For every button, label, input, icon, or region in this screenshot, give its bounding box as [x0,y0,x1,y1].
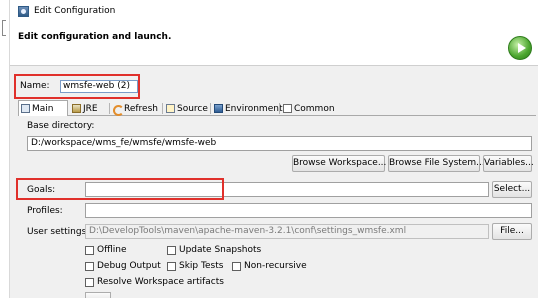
debug-output-checkbox[interactable]: Debug Output [85,261,161,271]
profiles-label: Profiles: [27,206,63,216]
select-goals-button[interactable]: Select... [492,181,532,198]
checkbox-label: Update Snapshots [179,245,262,255]
common-icon [283,104,292,113]
main-tab-panel: Base directory: D:/workspace/wms_fe/wmsf… [18,116,536,298]
tab-separator [109,103,110,114]
tab-environment[interactable]: Environment [212,101,282,116]
update-snapshots-checkbox[interactable]: Update Snapshots [167,245,261,255]
checkbox-box[interactable] [85,261,94,271]
title-bar: Edit Configuration [10,0,538,22]
main-tab-icon [21,104,30,113]
offline-checkbox[interactable]: Offline [85,245,127,255]
file-button[interactable]: File... [492,223,532,240]
run-icon[interactable] [508,36,532,60]
base-directory-label: Base directory: [27,121,95,131]
source-icon [166,104,175,113]
tab-source[interactable]: Source [164,101,208,116]
highlight-goals [16,178,224,200]
tab-separator [210,103,211,114]
dialog-header: Edit configuration and launch. [10,22,538,66]
tab-label: Refresh [124,103,158,114]
jre-icon [72,104,81,113]
browse-file-system-button[interactable]: Browse File System... [388,155,485,172]
checkbox-box[interactable] [85,277,94,287]
tab-label: Main [32,103,54,114]
checkbox-box[interactable] [167,245,176,255]
tab-label: Source [177,103,208,114]
background-window-mark [2,20,6,36]
resolve-workspace-checkbox[interactable]: Resolve Workspace artifacts [85,277,224,287]
header-text: Edit configuration and launch. [18,32,172,42]
edit-configuration-dialog: Edit Configuration Edit configuration an… [10,0,538,298]
highlight-name [14,74,140,99]
checkbox-label: Resolve Workspace artifacts [97,277,224,287]
tab-separator [162,103,163,114]
checkbox-label: Offline [97,245,127,255]
launch-config-icon [18,6,29,17]
tab-label: Common [294,103,335,114]
tab-jre[interactable]: JRE [70,101,98,116]
tab-separator [279,103,280,114]
browse-workspace-button[interactable]: Browse Workspace... [292,155,386,172]
user-settings-label: User settings: [27,227,90,237]
checkbox-box[interactable] [85,245,94,255]
tab-label: JRE [83,103,98,114]
refresh-icon [113,104,124,116]
checkbox-label: Debug Output [97,261,161,271]
checkbox-box[interactable] [167,261,176,271]
tab-main[interactable]: Main [18,100,68,116]
checkbox-box[interactable] [232,261,241,271]
skip-tests-checkbox[interactable]: Skip Tests [167,261,223,271]
tab-label: Environment [225,103,283,114]
checkbox-label: Skip Tests [179,261,224,271]
user-settings-input[interactable]: D:\DevelopTools\maven\apache-maven-3.2.1… [85,224,489,239]
environment-icon [214,104,223,113]
cut-off-button[interactable] [85,292,111,298]
profiles-input[interactable] [85,203,532,218]
tab-common[interactable]: Common [281,101,335,116]
tab-bar: Main JRE Refresh Source Environment Comm… [18,100,536,116]
non-recursive-checkbox[interactable]: Non-recursive [232,261,307,271]
tab-refresh[interactable]: Refresh [111,101,158,116]
background-window-edge [0,0,10,298]
variables-button[interactable]: Variables... [483,155,534,172]
window-title: Edit Configuration [34,6,116,16]
base-directory-input[interactable]: D:/workspace/wms_fe/wmsfe/wmsfe-web [27,136,532,151]
checkbox-label: Non-recursive [244,261,307,271]
